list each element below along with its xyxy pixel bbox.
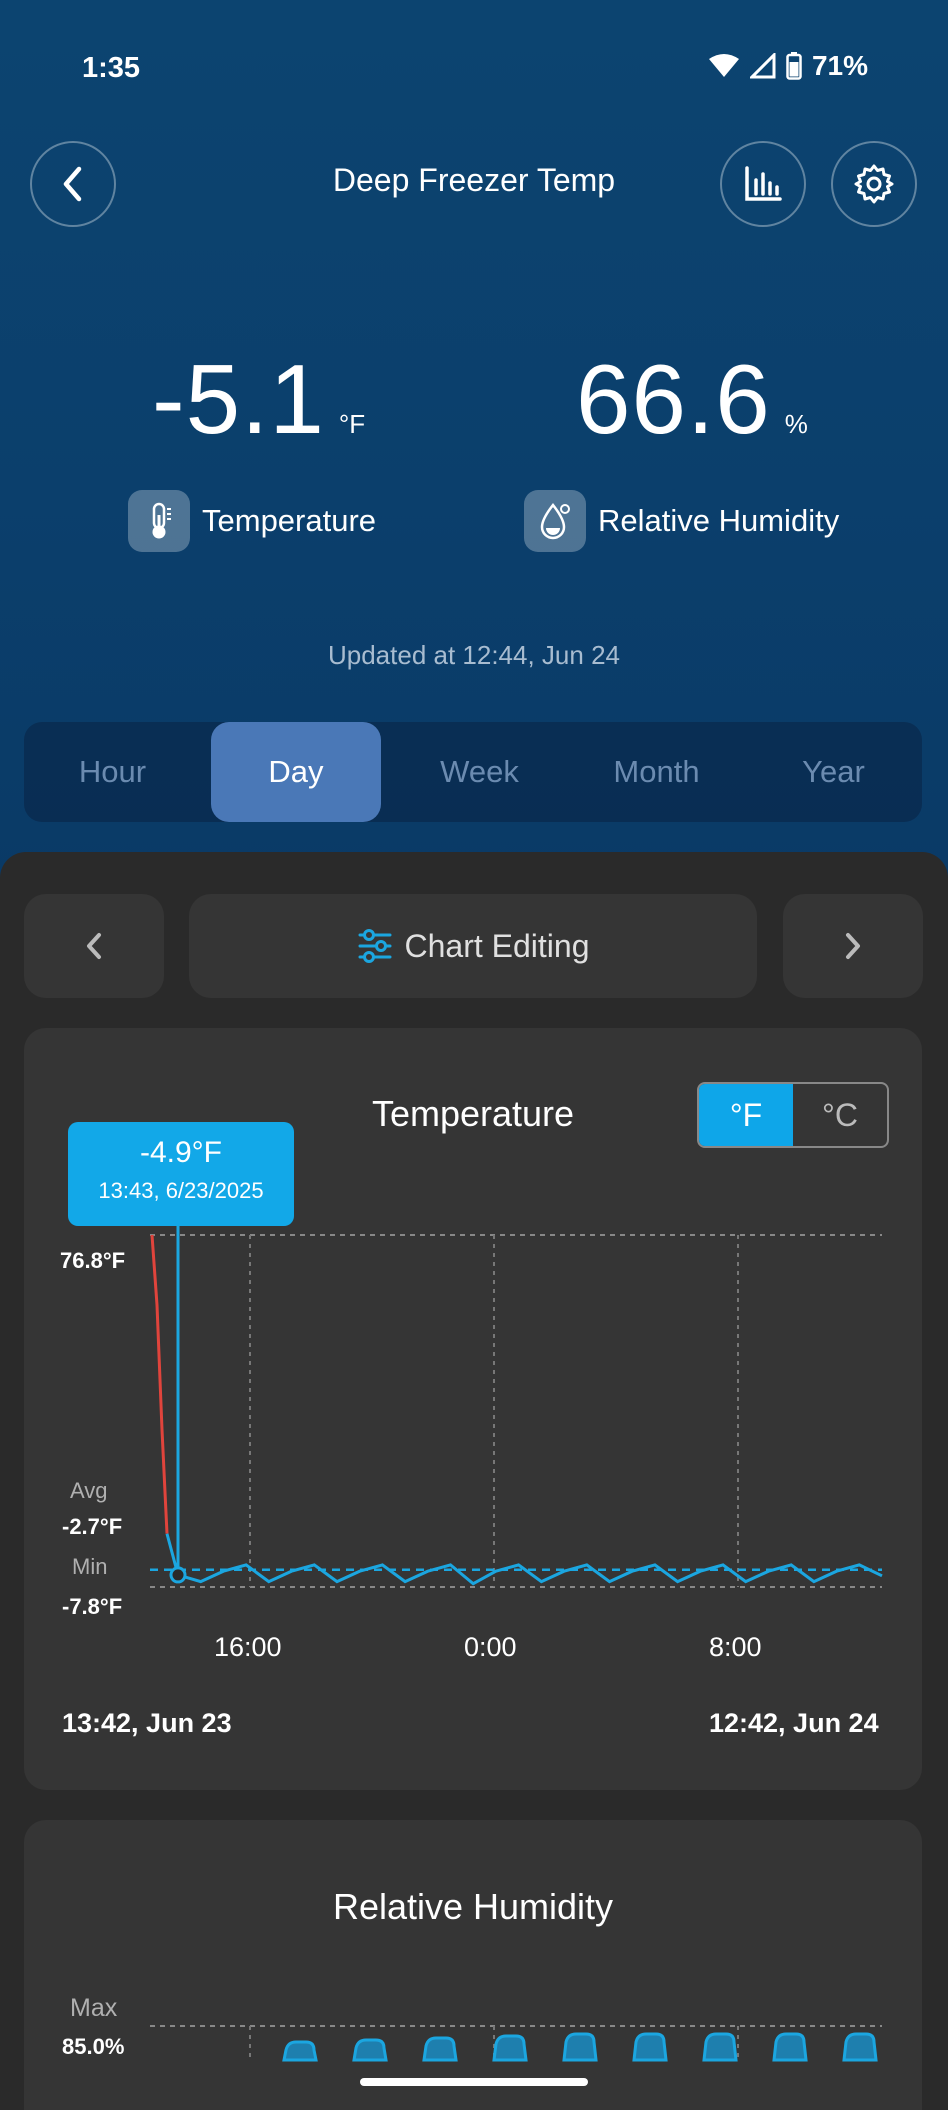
next-period-button[interactable] bbox=[783, 894, 923, 998]
humidity-chart-title: Relative Humidity bbox=[332, 1886, 614, 1927]
unit-fahrenheit-button[interactable]: °F bbox=[699, 1084, 793, 1146]
chevron-left-icon bbox=[87, 933, 101, 959]
water-drop-icon bbox=[524, 490, 586, 552]
humidity-max-label: Max bbox=[70, 1994, 118, 2022]
tab-month[interactable]: Month bbox=[568, 722, 745, 822]
chart-editing-label: Chart Editing bbox=[404, 927, 590, 964]
cellular-signal-icon bbox=[749, 53, 776, 79]
max-value: 76.8°F bbox=[60, 1248, 126, 1273]
bar-chart-icon bbox=[745, 166, 782, 201]
chart-editing-button[interactable]: Chart Editing bbox=[189, 894, 757, 998]
sliders-icon bbox=[358, 929, 391, 963]
tooltip-time: 13:43, 6/23/2025 bbox=[98, 1178, 264, 1203]
x-tick-label: 16:00 bbox=[214, 1632, 282, 1662]
range-start-label: 13:42, Jun 23 bbox=[62, 1708, 232, 1738]
tab-day[interactable]: Day bbox=[211, 722, 381, 822]
gear-icon bbox=[854, 164, 894, 204]
tab-week[interactable]: Week bbox=[391, 722, 568, 822]
min-label: Min bbox=[72, 1554, 108, 1579]
previous-period-button[interactable] bbox=[24, 894, 164, 998]
battery-icon bbox=[786, 52, 802, 80]
temperature-reading: -5.1 °F bbox=[152, 350, 365, 448]
avg-value: -2.7°F bbox=[62, 1514, 123, 1539]
tooltip-value: -4.9°F bbox=[139, 1136, 223, 1169]
status-bar: 1:35 71% bbox=[0, 0, 948, 120]
range-tabs: Hour Day Week Month Year bbox=[24, 722, 922, 822]
settings-button[interactable] bbox=[831, 141, 917, 227]
chart-view-button[interactable] bbox=[720, 141, 806, 227]
avg-label: Avg bbox=[70, 1478, 108, 1503]
temperature-label: Temperature bbox=[128, 490, 376, 552]
humidity-chart-card bbox=[24, 1820, 922, 2110]
wifi-icon bbox=[708, 54, 739, 77]
chevron-right-icon bbox=[846, 933, 860, 959]
temperature-label-text: Temperature bbox=[202, 503, 377, 538]
unit-celsius-button[interactable]: °C bbox=[793, 1084, 887, 1146]
humidity-reading: 66.6 % bbox=[576, 350, 808, 448]
unit-toggle: °F °C bbox=[697, 1082, 889, 1148]
x-tick-label: 0:00 bbox=[464, 1632, 517, 1662]
humidity-label-text: Relative Humidity bbox=[598, 503, 840, 538]
thermometer-icon bbox=[128, 490, 190, 552]
home-indicator[interactable] bbox=[360, 2078, 588, 2086]
chart-tooltip: -4.9°F 13:43, 6/23/2025 bbox=[68, 1122, 294, 1226]
status-time: 1:35 bbox=[82, 52, 141, 84]
status-icons: 71% bbox=[708, 50, 868, 82]
battery-percent: 71% bbox=[811, 50, 868, 81]
x-tick-label: 8:00 bbox=[709, 1632, 762, 1662]
humidity-value: 66.6 bbox=[576, 344, 771, 454]
range-end-label: 12:42, Jun 24 bbox=[709, 1708, 879, 1738]
humidity-max-value: 85.0% bbox=[62, 2034, 125, 2059]
humidity-label: Relative Humidity bbox=[524, 490, 839, 552]
temperature-value: -5.1 bbox=[152, 344, 325, 454]
tab-hour[interactable]: Hour bbox=[24, 722, 201, 822]
min-value: -7.8°F bbox=[62, 1594, 123, 1619]
temperature-unit: °F bbox=[338, 409, 366, 439]
humidity-unit: % bbox=[784, 409, 808, 439]
updated-timestamp: Updated at 12:44, Jun 24 bbox=[327, 640, 620, 670]
tab-year[interactable]: Year bbox=[745, 722, 922, 822]
